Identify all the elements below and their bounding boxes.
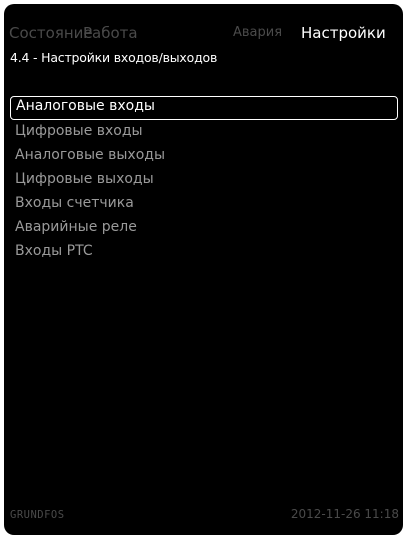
menu-item-counter-inputs[interactable]: Входы счетчика [10,192,398,216]
tab-alarm[interactable]: Авария [233,20,282,46]
tab-state[interactable]: Состояние [9,20,93,46]
menu-item-digital-outputs[interactable]: Цифровые выходы [10,168,398,192]
datetime-label: 2012-11-26 11:18 [290,507,399,521]
menu-item-digital-inputs[interactable]: Цифровые входы [10,120,398,144]
tab-bar: Состояние Работа Авария Настройки [4,20,403,46]
menu-item-ptc-inputs[interactable]: Входы PTC [10,240,398,264]
menu-item-analog-inputs[interactable]: Аналоговые входы [10,96,398,120]
tab-operation[interactable]: Работа [83,20,138,46]
status-footer: GRUNDFOS 2012-11-26 11:18 [4,507,403,527]
display-screen: Состояние Работа Авария Настройки 4.4 - … [4,4,403,535]
settings-menu: Аналоговые входы Цифровые входы Аналогов… [10,96,398,264]
menu-item-analog-outputs[interactable]: Аналоговые выходы [10,144,398,168]
page-title: 4.4 - Настройки входов/выходов [10,50,218,65]
menu-item-alarm-relays[interactable]: Аварийные реле [10,216,398,240]
tab-settings[interactable]: Настройки [301,20,386,46]
brand-label: GRUNDFOS [10,509,65,521]
